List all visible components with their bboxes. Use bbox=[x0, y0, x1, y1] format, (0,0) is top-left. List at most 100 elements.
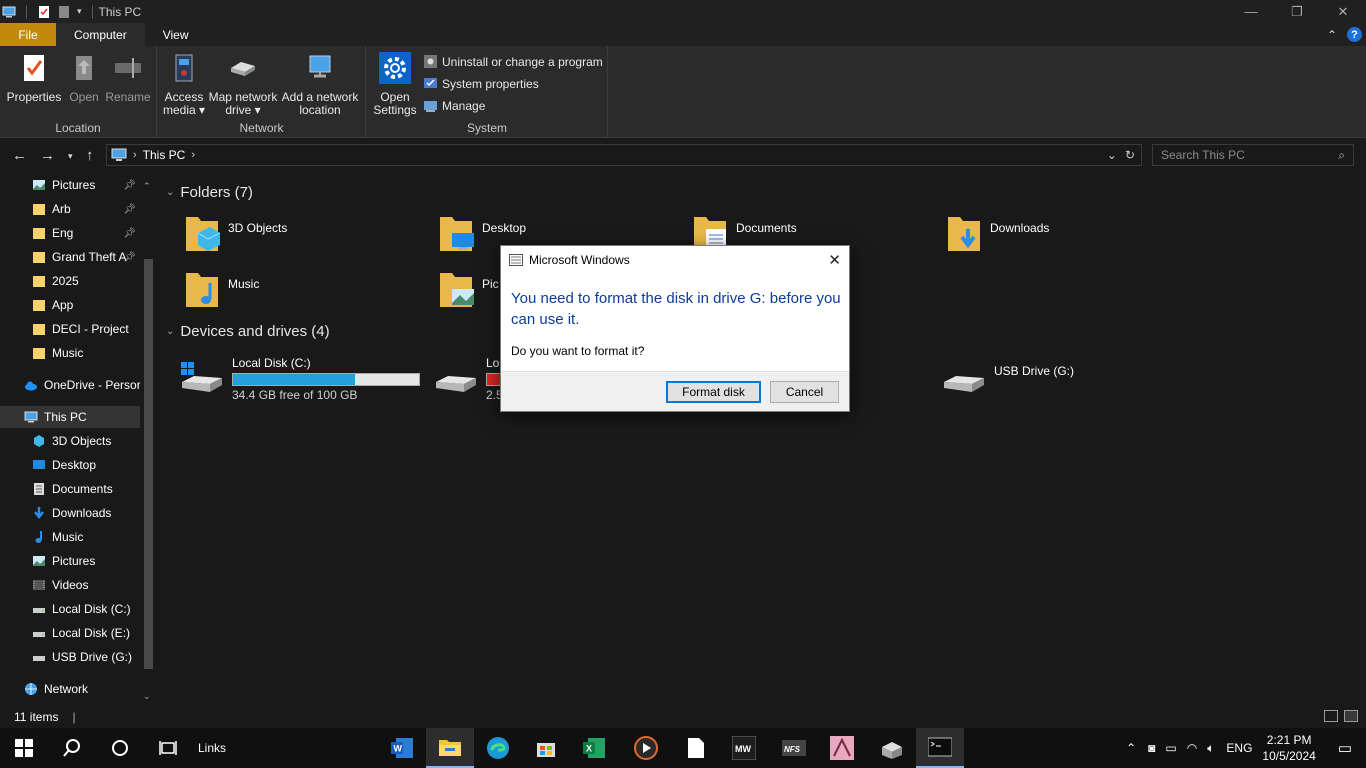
battery-icon[interactable]: ▭ bbox=[1165, 741, 1176, 755]
breadcrumb-chevron-icon[interactable]: › bbox=[133, 149, 137, 161]
sidebar-item-pc[interactable]: Videos bbox=[0, 574, 140, 596]
sidebar-item-pc[interactable]: USB Drive (G:) bbox=[0, 646, 140, 668]
address-bar[interactable]: › This PC › ⌄ ↻ bbox=[106, 144, 1142, 166]
cancel-button[interactable]: Cancel bbox=[770, 381, 839, 403]
search-input[interactable]: Search This PC ⌕ bbox=[1152, 144, 1354, 166]
large-icons-view-icon[interactable] bbox=[1344, 710, 1358, 722]
map-network-drive-button[interactable]: Map network drive ▾ bbox=[208, 52, 278, 117]
taskbar-word[interactable]: W bbox=[378, 728, 426, 768]
minimize-button[interactable]: — bbox=[1228, 0, 1274, 23]
taskbar-edge[interactable] bbox=[474, 728, 522, 768]
sidebar-item-quick[interactable]: App bbox=[0, 294, 140, 316]
taskbar-terminal[interactable] bbox=[916, 728, 964, 768]
sidebar-item-quick[interactable]: 2025 bbox=[0, 270, 140, 292]
sidebar-item-quick[interactable]: Music bbox=[0, 342, 140, 364]
tab-view[interactable]: View bbox=[145, 23, 207, 46]
scroll-down-icon[interactable]: ⌄ bbox=[143, 691, 151, 702]
tab-computer[interactable]: Computer bbox=[56, 23, 145, 46]
folder-music[interactable]: Music bbox=[184, 269, 259, 309]
sidebar-item-onedrive[interactable]: OneDrive - Persor bbox=[0, 374, 140, 396]
sidebar-item-pc[interactable]: Local Disk (C:) bbox=[0, 598, 140, 620]
taskbar-nfs-mw[interactable]: MW bbox=[720, 728, 768, 768]
dialog-close-icon[interactable]: ✕ bbox=[828, 251, 841, 269]
uninstall-program-button[interactable]: Uninstall or change a program bbox=[423, 54, 603, 69]
breadcrumb-chevron-icon[interactable]: › bbox=[191, 149, 195, 161]
sidebar-item-pc[interactable]: Local Disk (E:) bbox=[0, 622, 140, 644]
cortana-button[interactable] bbox=[96, 728, 144, 768]
help-icon[interactable]: ? bbox=[1347, 27, 1362, 42]
show-hidden-icons-icon[interactable]: ⌃ bbox=[1126, 741, 1136, 755]
task-view-button[interactable] bbox=[144, 728, 192, 768]
manage-button[interactable]: Manage bbox=[423, 98, 485, 113]
pin-icon[interactable]: 📌︎ bbox=[123, 252, 136, 263]
folder-3d-objects[interactable]: 3D Objects bbox=[184, 213, 287, 253]
sidebar-item-pc[interactable]: Downloads bbox=[0, 502, 140, 524]
open-settings-button[interactable]: Open Settings bbox=[371, 52, 419, 117]
sidebar-item-quick[interactable]: Pictures 📌︎ bbox=[0, 174, 140, 196]
drive-usb-g[interactable]: USB Drive (G:) bbox=[942, 356, 1074, 396]
rename-button[interactable]: Rename bbox=[104, 52, 152, 104]
sidebar-item-pc[interactable]: 3D Objects bbox=[0, 430, 140, 452]
scrollbar-thumb[interactable] bbox=[144, 259, 153, 669]
up-arrow-icon[interactable]: ↑ bbox=[86, 147, 94, 164]
new-folder-icon[interactable] bbox=[57, 5, 71, 19]
forward-arrow-icon[interactable]: → bbox=[40, 147, 55, 164]
sidebar-item-pc[interactable]: Music bbox=[0, 526, 140, 548]
clock[interactable]: 2:21 PM 10/5/2024 bbox=[1262, 732, 1315, 764]
folder-pictures[interactable]: Pic bbox=[438, 269, 499, 309]
collapse-chevron-icon[interactable]: ⌄ bbox=[166, 187, 174, 198]
sidebar-item-quick[interactable]: Grand Theft A 📌︎ bbox=[0, 246, 140, 268]
system-properties-button[interactable]: System properties bbox=[423, 76, 539, 91]
collapse-chevron-icon[interactable]: ⌄ bbox=[166, 326, 174, 337]
properties-icon[interactable] bbox=[37, 5, 51, 19]
sidebar-item-this-pc[interactable]: This PC bbox=[0, 406, 140, 428]
details-view-icon[interactable] bbox=[1324, 710, 1338, 722]
open-button[interactable]: Open bbox=[66, 52, 102, 104]
sidebar-item-pc[interactable]: Desktop bbox=[0, 454, 140, 476]
drives-section-header[interactable]: ⌄ Devices and drives (4) bbox=[166, 323, 330, 340]
taskbar-file-explorer[interactable] bbox=[426, 728, 474, 768]
customize-toolbar-icon[interactable]: ▾ bbox=[77, 6, 82, 17]
drive-local-disk-c[interactable]: Local Disk (C:) 34.4 GB free of 100 GB bbox=[180, 356, 420, 402]
taskbar-app[interactable] bbox=[868, 728, 916, 768]
recent-locations-icon[interactable]: ▾ bbox=[68, 151, 73, 162]
restore-button[interactable]: ❐ bbox=[1274, 0, 1320, 23]
language-indicator[interactable]: ENG bbox=[1226, 741, 1252, 755]
back-arrow-icon[interactable]: ← bbox=[12, 147, 27, 164]
start-button[interactable] bbox=[0, 728, 48, 768]
pin-icon[interactable]: 📌︎ bbox=[123, 204, 136, 215]
sidebar-scrollbar[interactable]: ⌃ ⌄ bbox=[141, 179, 155, 704]
close-button[interactable]: ✕ bbox=[1320, 0, 1366, 23]
search-button[interactable] bbox=[48, 728, 96, 768]
meet-now-icon[interactable]: ◙ bbox=[1148, 741, 1155, 755]
pin-icon[interactable]: 📌︎ bbox=[123, 228, 136, 239]
pin-icon[interactable]: 📌︎ bbox=[123, 180, 136, 191]
wifi-icon[interactable]: ◠ bbox=[1187, 741, 1197, 755]
taskbar-notepad[interactable] bbox=[672, 728, 720, 768]
taskbar-excel[interactable]: X bbox=[570, 728, 618, 768]
taskbar-media-player[interactable] bbox=[622, 728, 670, 768]
folders-section-header[interactable]: ⌄ Folders (7) bbox=[166, 184, 253, 201]
tab-file[interactable]: File bbox=[0, 23, 56, 46]
sidebar-item-pc[interactable]: Documents bbox=[0, 478, 140, 500]
folder-downloads[interactable]: Downloads bbox=[946, 213, 1049, 253]
sidebar-item-network[interactable]: Network bbox=[0, 678, 140, 700]
links-toolbar[interactable]: Links bbox=[192, 728, 232, 768]
breadcrumb-this-pc[interactable]: This PC bbox=[143, 148, 186, 162]
taskbar-game[interactable] bbox=[818, 728, 866, 768]
sidebar-item-quick[interactable]: Arb 📌︎ bbox=[0, 198, 140, 220]
access-media-button[interactable]: Access media ▾ bbox=[162, 52, 206, 117]
properties-button[interactable]: Properties bbox=[6, 52, 62, 104]
add-network-location-button[interactable]: Add a network location bbox=[280, 52, 360, 117]
notifications-icon[interactable]: ▭ bbox=[1338, 739, 1352, 757]
refresh-icon[interactable]: ↻ bbox=[1125, 148, 1135, 162]
scroll-up-icon[interactable]: ⌃ bbox=[143, 181, 151, 192]
drive-local-disk-e[interactable]: Lo 2.5 bbox=[434, 356, 506, 402]
sidebar-item-quick[interactable]: Eng 📌︎ bbox=[0, 222, 140, 244]
address-dropdown-icon[interactable]: ⌄ bbox=[1107, 148, 1117, 162]
sidebar-item-quick[interactable]: DECI - Project bbox=[0, 318, 140, 340]
format-disk-button[interactable]: Format disk bbox=[666, 381, 761, 403]
collapse-ribbon-icon[interactable]: ⌃ bbox=[1327, 28, 1337, 42]
sidebar-item-pc[interactable]: Pictures bbox=[0, 550, 140, 572]
volume-icon[interactable]: 🔈︎ bbox=[1207, 741, 1214, 756]
